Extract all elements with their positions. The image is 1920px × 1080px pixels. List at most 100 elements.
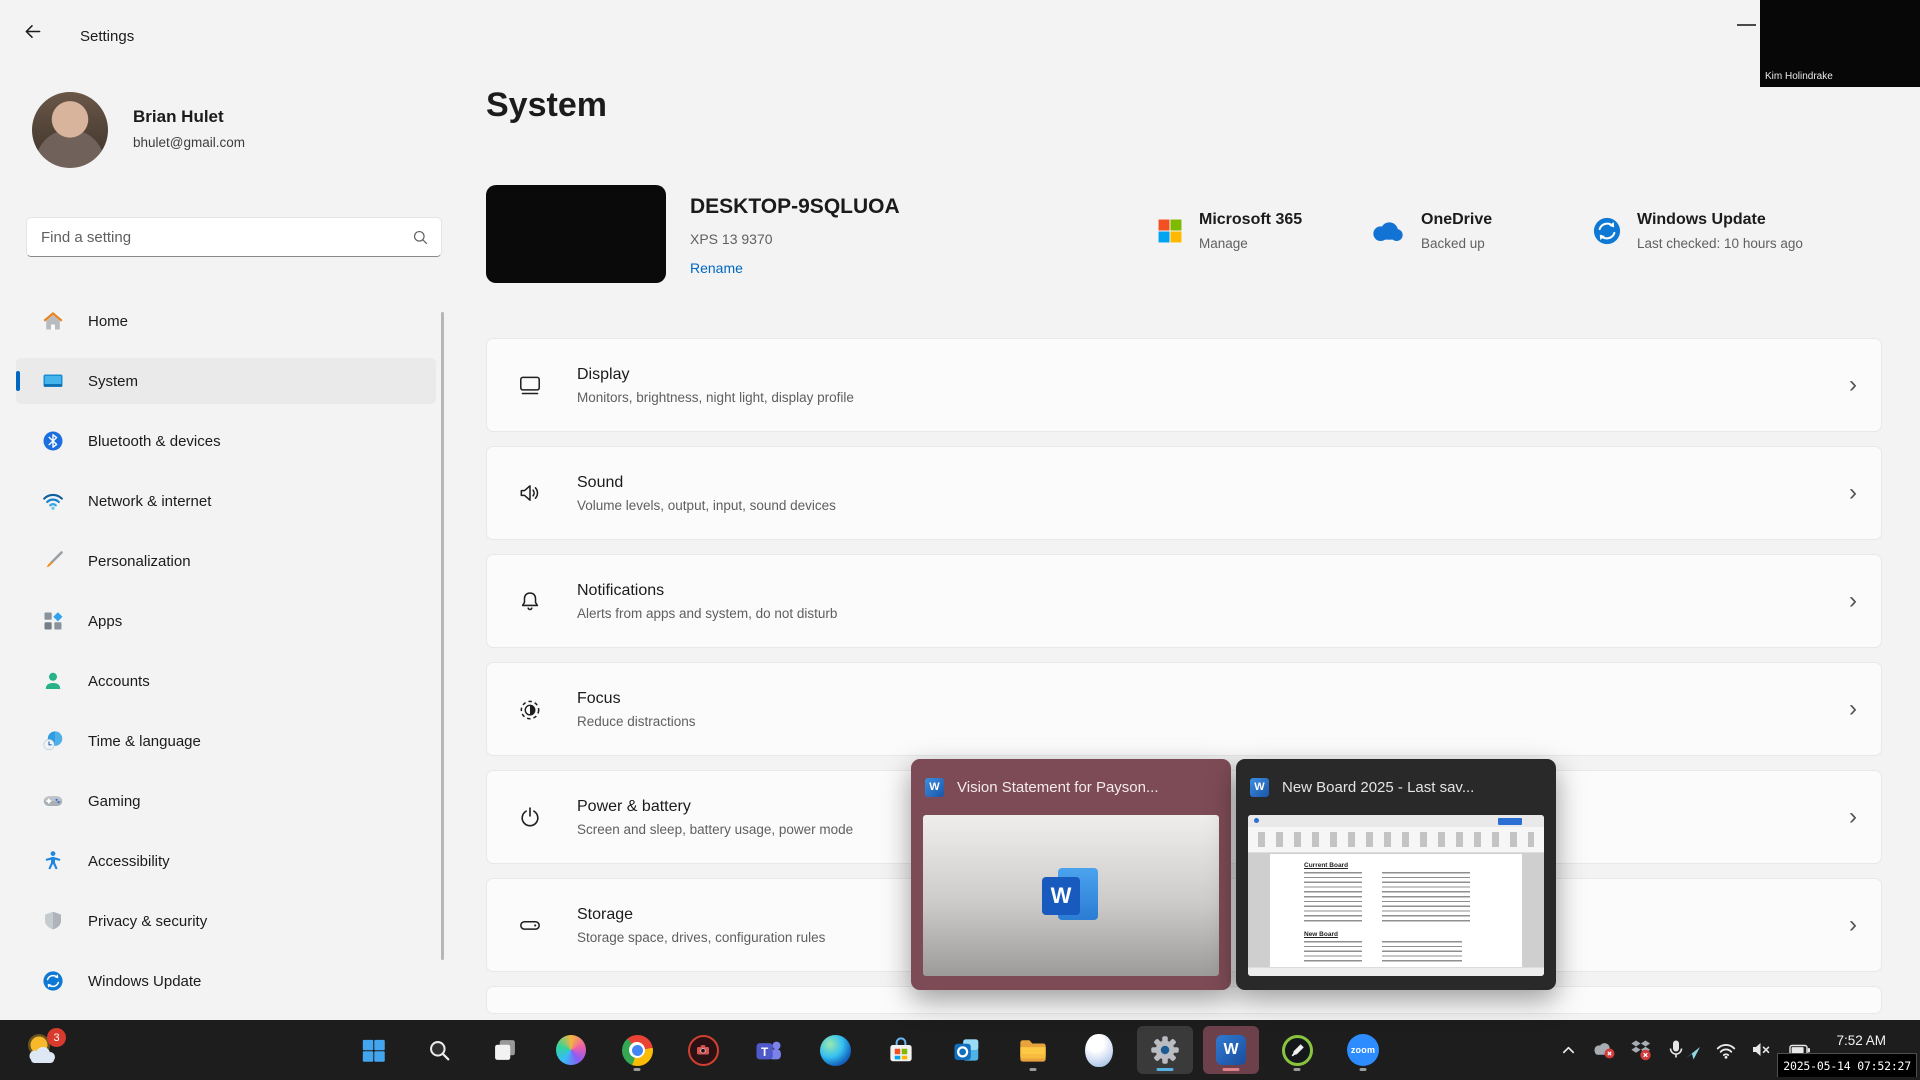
settings-row-display[interactable]: DisplayMonitors, brightness, night light… bbox=[486, 338, 1882, 432]
sidebar-item-label: Privacy & security bbox=[88, 913, 207, 930]
search-box[interactable] bbox=[26, 217, 442, 257]
volume-muted-icon[interactable] bbox=[1750, 1039, 1774, 1061]
chevron-right-icon[interactable]: › bbox=[1849, 589, 1857, 613]
power-icon bbox=[517, 804, 543, 830]
chevron-right-icon[interactable]: › bbox=[1849, 805, 1857, 829]
row-title: Display bbox=[577, 366, 854, 384]
sidebar-item-bluetooth-devices[interactable]: Bluetooth & devices bbox=[16, 418, 436, 464]
file-explorer-button[interactable] bbox=[1005, 1026, 1061, 1074]
personalization-icon bbox=[42, 550, 64, 572]
microsoft-store-icon bbox=[886, 1035, 916, 1065]
quick-link-onedrive[interactable]: OneDriveBacked up bbox=[1366, 203, 1492, 259]
outlook-button[interactable] bbox=[939, 1026, 995, 1074]
microsoft-store-button[interactable] bbox=[873, 1026, 929, 1074]
back-arrow-icon bbox=[23, 22, 42, 41]
paint-orb-icon bbox=[1085, 1034, 1113, 1067]
start-button[interactable] bbox=[345, 1026, 401, 1074]
word-taskbar-button[interactable]: W bbox=[1203, 1026, 1259, 1074]
settings-row-focus[interactable]: FocusReduce distractions › bbox=[486, 662, 1882, 756]
preview-thumbnail[interactable]: W bbox=[923, 815, 1219, 976]
row-subtitle: Storage space, drives, configuration rul… bbox=[577, 930, 825, 945]
search-input[interactable] bbox=[41, 229, 412, 246]
chevron-right-icon[interactable]: › bbox=[1849, 913, 1857, 937]
zoom-button[interactable]: zoom bbox=[1335, 1026, 1391, 1074]
sidebar-item-accessibility[interactable]: Accessibility bbox=[16, 838, 436, 884]
sidebar-nav: Home System Bluetooth & devices Network … bbox=[16, 298, 436, 1004]
doc-titlebar bbox=[1248, 815, 1544, 827]
settings-row-partial[interactable] bbox=[486, 986, 1882, 1014]
settings-row-notifications[interactable]: NotificationsAlerts from apps and system… bbox=[486, 554, 1882, 648]
word-taskbar-preview-flyout: W Vision Statement for Payson... W W New… bbox=[911, 759, 1556, 990]
sidebar-item-time-language[interactable]: Time & language bbox=[16, 718, 436, 764]
sidebar-item-gaming[interactable]: Gaming bbox=[16, 778, 436, 824]
outlook-icon bbox=[952, 1035, 982, 1065]
sidebar-scrollbar[interactable] bbox=[441, 312, 444, 960]
wifi-icon[interactable] bbox=[1715, 1039, 1737, 1061]
sidebar-item-label: Personalization bbox=[88, 553, 191, 570]
copilot-button[interactable] bbox=[543, 1026, 599, 1074]
sidebar-item-personalization[interactable]: Personalization bbox=[16, 538, 436, 584]
quick-link-title: Windows Update bbox=[1637, 211, 1803, 229]
sidebar-item-system[interactable]: System bbox=[16, 358, 436, 404]
copilot-icon bbox=[556, 1035, 586, 1065]
row-subtitle: Volume levels, output, input, sound devi… bbox=[577, 498, 836, 513]
settings-row-sound[interactable]: SoundVolume levels, output, input, sound… bbox=[486, 446, 1882, 540]
meeting-video-overlay[interactable]: Kim Holindrake bbox=[1760, 0, 1920, 87]
onedrive-error-icon[interactable] bbox=[1590, 1039, 1616, 1061]
preview-window-new-board[interactable]: W New Board 2025 - Last sav... Current B… bbox=[1236, 759, 1556, 990]
word-logo-icon: W bbox=[1042, 868, 1100, 924]
chrome-button[interactable] bbox=[609, 1026, 665, 1074]
back-button[interactable] bbox=[14, 16, 50, 46]
chevron-right-icon[interactable]: › bbox=[1849, 481, 1857, 505]
sidebar-item-home[interactable]: Home bbox=[16, 298, 436, 344]
sidebar-item-windows-update[interactable]: Windows Update bbox=[16, 958, 436, 1004]
rename-link[interactable]: Rename bbox=[690, 260, 743, 276]
settings-taskbar-button[interactable] bbox=[1137, 1026, 1193, 1074]
zoom-icon: zoom bbox=[1347, 1034, 1379, 1066]
sidebar-item-label: Home bbox=[88, 313, 128, 330]
snagit-button[interactable] bbox=[1269, 1026, 1325, 1074]
quick-link-subtitle: Manage bbox=[1199, 236, 1302, 251]
sidebar-item-label: System bbox=[88, 373, 138, 390]
notifications-icon bbox=[517, 588, 543, 614]
start-icon bbox=[360, 1037, 387, 1064]
system-icon bbox=[42, 370, 64, 392]
taskbar-search-button[interactable] bbox=[411, 1026, 467, 1074]
sidebar-item-label: Time & language bbox=[88, 733, 201, 750]
teams-button[interactable]: T bbox=[741, 1026, 797, 1074]
preview-window-vision-statement[interactable]: W Vision Statement for Payson... W bbox=[911, 759, 1231, 990]
device-model: XPS 13 9370 bbox=[690, 231, 773, 247]
window-title: Settings bbox=[80, 28, 134, 45]
sidebar-item-privacy-security[interactable]: Privacy & security bbox=[16, 898, 436, 944]
windows-update-icon bbox=[1592, 216, 1622, 246]
doc-page: Current Board New Board bbox=[1270, 854, 1522, 967]
task-view-button[interactable] bbox=[477, 1026, 533, 1074]
widgets-button[interactable]: 3 bbox=[12, 1028, 70, 1072]
edge-button[interactable] bbox=[807, 1026, 863, 1074]
chevron-right-icon[interactable]: › bbox=[1849, 373, 1857, 397]
task-view-icon bbox=[491, 1036, 519, 1064]
home-icon bbox=[42, 310, 64, 332]
row-subtitle: Screen and sleep, battery usage, power m… bbox=[577, 822, 853, 837]
notification-badge: 3 bbox=[47, 1028, 66, 1047]
minimize-button[interactable] bbox=[1737, 24, 1756, 26]
preview-thumbnail[interactable]: Current Board New Board bbox=[1248, 815, 1544, 976]
microphone-location-icon[interactable] bbox=[1666, 1039, 1702, 1061]
word-icon: W bbox=[925, 778, 944, 797]
dropbox-error-icon[interactable] bbox=[1629, 1038, 1653, 1062]
camera-app-button[interactable] bbox=[675, 1026, 731, 1074]
sidebar-item-accounts[interactable]: Accounts bbox=[16, 658, 436, 704]
quick-link-windows-update[interactable]: Windows UpdateLast checked: 10 hours ago bbox=[1592, 203, 1803, 259]
paint-orb-button[interactable] bbox=[1071, 1026, 1127, 1074]
quick-link-title: OneDrive bbox=[1421, 211, 1492, 229]
chevron-right-icon[interactable]: › bbox=[1849, 697, 1857, 721]
search-icon bbox=[426, 1037, 453, 1064]
search-icon bbox=[412, 229, 429, 246]
doc-statusbar bbox=[1248, 967, 1544, 976]
recording-timestamp: 2025-05-14 07:52:27 bbox=[1777, 1053, 1917, 1077]
sidebar-item-apps[interactable]: Apps bbox=[16, 598, 436, 644]
quick-link-microsoft-365[interactable]: Microsoft 365Manage bbox=[1156, 203, 1302, 259]
avatar[interactable] bbox=[32, 92, 108, 168]
sidebar-item-network-internet[interactable]: Network & internet bbox=[16, 478, 436, 524]
hidden-icons-chevron[interactable] bbox=[1560, 1042, 1577, 1059]
